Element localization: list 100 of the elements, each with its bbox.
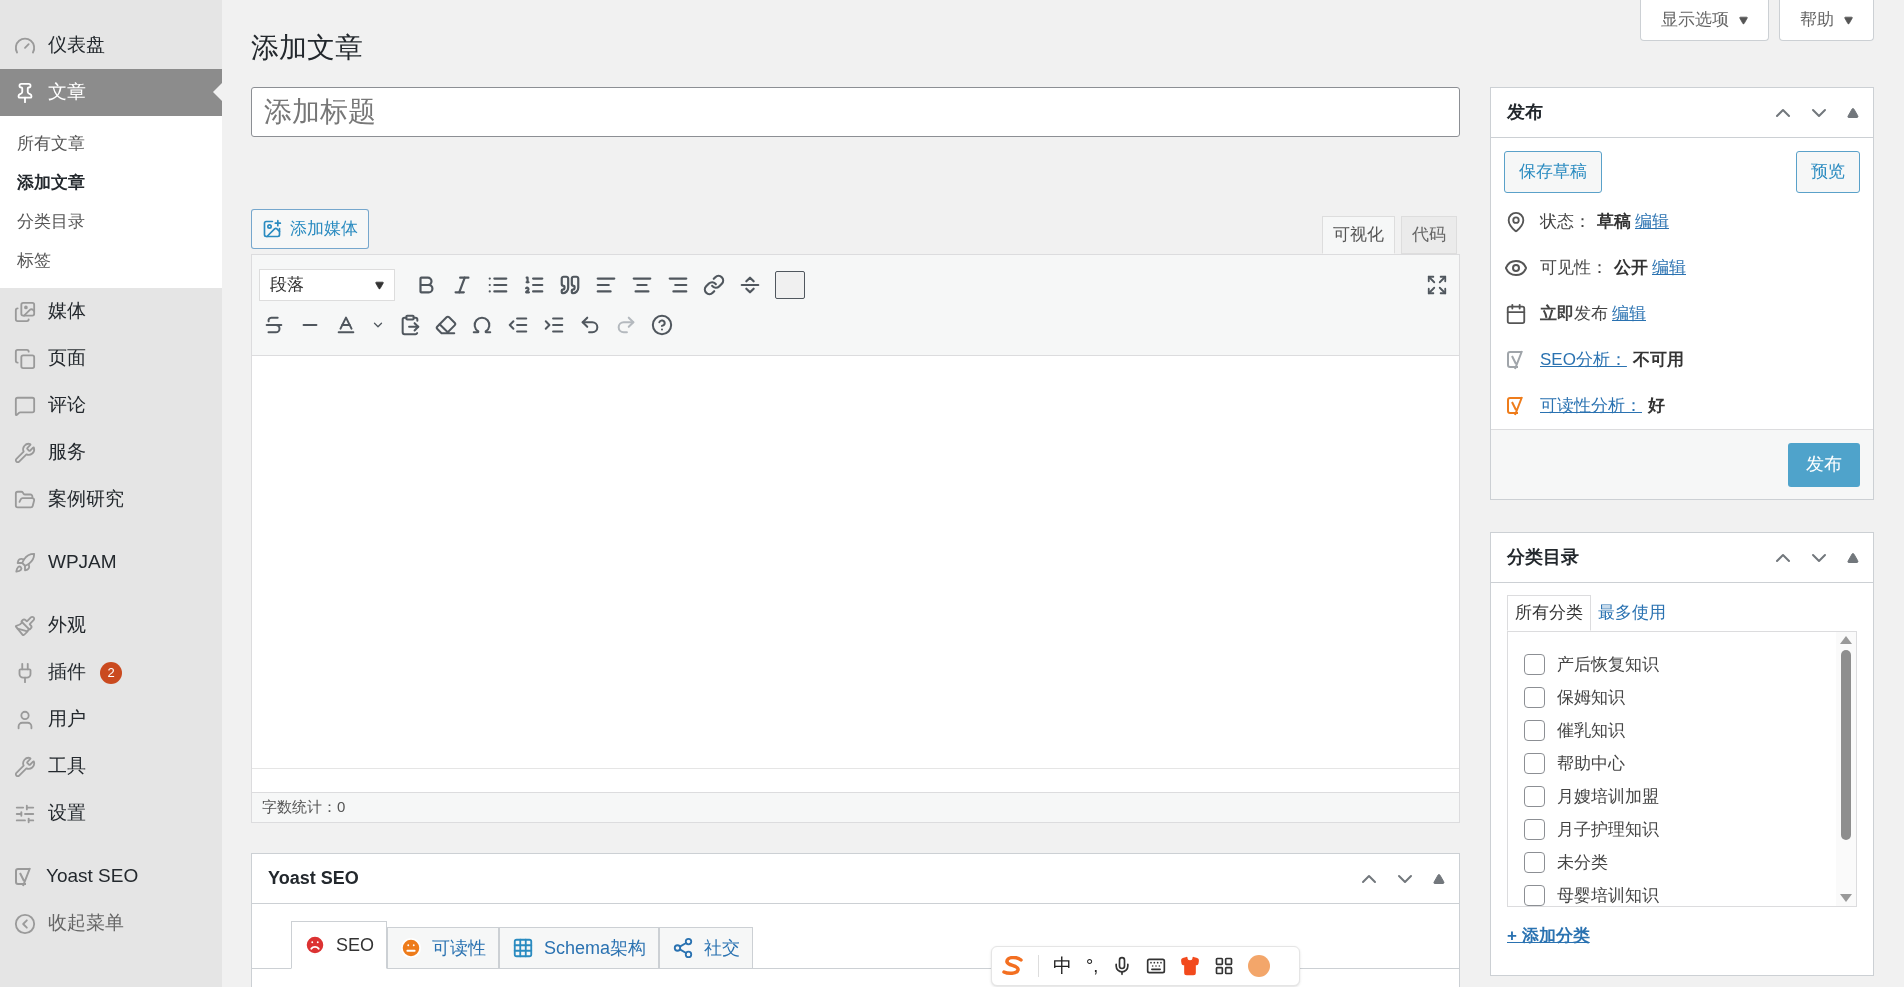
save-draft-button[interactable]: 保存草稿 bbox=[1504, 151, 1602, 193]
media-icon bbox=[262, 219, 282, 239]
grid-icon bbox=[512, 937, 534, 959]
yoast-tab[interactable]: 可读性 bbox=[387, 927, 499, 969]
submenu-item[interactable]: 添加文章 bbox=[0, 163, 222, 202]
keyboard-icon[interactable] bbox=[1146, 956, 1167, 976]
collapse-icon[interactable] bbox=[1433, 872, 1445, 885]
menu-item[interactable]: 服务 bbox=[0, 429, 222, 476]
category-label: 未分类 bbox=[1557, 851, 1608, 874]
menu-item[interactable]: WPJAM bbox=[0, 539, 222, 586]
checkbox[interactable] bbox=[1524, 753, 1545, 774]
caret-icon bbox=[1739, 15, 1748, 25]
box-title: Yoast SEO bbox=[268, 867, 360, 890]
link-icon[interactable] bbox=[703, 274, 725, 296]
editor-tab[interactable]: 代码 bbox=[1401, 216, 1457, 254]
collapse-icon[interactable] bbox=[1847, 551, 1859, 564]
checkbox[interactable] bbox=[1524, 819, 1545, 840]
quote-icon[interactable] bbox=[559, 274, 581, 296]
checkbox[interactable] bbox=[1524, 687, 1545, 708]
calendar-icon bbox=[1505, 303, 1527, 325]
caret-icon bbox=[375, 280, 384, 290]
submenu-item[interactable]: 分类目录 bbox=[0, 202, 222, 241]
analysis-link[interactable]: 可读性分析： bbox=[1540, 393, 1642, 419]
menu-item[interactable]: 设置 bbox=[0, 790, 222, 837]
images-icon bbox=[14, 300, 36, 323]
menu-item[interactable]: 仪表盘 bbox=[0, 22, 222, 69]
category-tab[interactable]: 最多使用 bbox=[1591, 595, 1673, 631]
checkbox[interactable] bbox=[1524, 885, 1545, 906]
checkbox[interactable] bbox=[1524, 852, 1545, 873]
paste-icon[interactable] bbox=[399, 314, 421, 336]
menu-item[interactable]: 外观 bbox=[0, 602, 222, 649]
yoast-tab[interactable]: Schema架构 bbox=[499, 927, 660, 969]
field-label: 状态： bbox=[1540, 211, 1591, 234]
category-label: 产后恢复知识 bbox=[1557, 653, 1659, 676]
menu-item[interactable]: 媒体 bbox=[0, 288, 222, 335]
title-field[interactable]: 添加标题 bbox=[251, 87, 1460, 137]
help-icon[interactable] bbox=[651, 314, 673, 336]
edit-link[interactable]: 编辑 bbox=[1635, 209, 1669, 235]
category-label: 保姆知识 bbox=[1557, 686, 1625, 709]
yoast-tab[interactable]: 社交 bbox=[659, 927, 754, 969]
share-icon bbox=[672, 937, 695, 959]
ime-punctuation[interactable]: °, bbox=[1086, 952, 1099, 980]
submenu-item[interactable]: 所有文章 bbox=[0, 124, 222, 163]
checkbox[interactable] bbox=[1524, 786, 1545, 807]
grid-icon[interactable] bbox=[1214, 956, 1235, 976]
align-left-icon[interactable] bbox=[595, 274, 617, 296]
current-arrow-icon bbox=[213, 83, 222, 101]
menu-item[interactable]: 评论 bbox=[0, 382, 222, 429]
page-title: 添加文章 bbox=[251, 31, 363, 65]
align-center-icon[interactable] bbox=[631, 274, 653, 296]
count-badge: 2 bbox=[100, 661, 122, 684]
screen-option-button[interactable]: 帮助 bbox=[1779, 0, 1874, 41]
category-tab[interactable]: 所有分类 bbox=[1507, 595, 1591, 631]
analysis-result: 不可用 bbox=[1632, 349, 1684, 372]
category-label: 月嫂培训加盟 bbox=[1557, 785, 1659, 808]
text-color-icon[interactable] bbox=[335, 314, 357, 336]
collapse-icon[interactable] bbox=[1847, 106, 1859, 119]
preview-button[interactable]: 预览 bbox=[1796, 151, 1860, 193]
add-media-button[interactable]: 添加媒体 bbox=[251, 209, 369, 249]
fullscreen-icon[interactable] bbox=[1426, 274, 1448, 296]
add-category-link[interactable]: + 添加分类 bbox=[1507, 923, 1857, 949]
pages-icon bbox=[14, 347, 36, 370]
edit-link[interactable]: 编辑 bbox=[1652, 255, 1686, 281]
eraser-icon[interactable] bbox=[435, 314, 457, 336]
wrench-icon bbox=[14, 755, 36, 778]
screen-option-button[interactable]: 显示选项 bbox=[1640, 0, 1769, 41]
comment-icon bbox=[14, 394, 36, 417]
collapse-icon bbox=[14, 912, 36, 935]
yoast-icon bbox=[1506, 395, 1526, 417]
format-select[interactable]: 段落 bbox=[259, 269, 395, 301]
editor-tab[interactable]: 可视化 bbox=[1322, 216, 1395, 254]
schedule-text: 立即发布 bbox=[1540, 303, 1608, 326]
submenu-item[interactable]: 标签 bbox=[0, 241, 222, 280]
box-title: 分类目录 bbox=[1507, 546, 1580, 569]
ime-logo-icon[interactable] bbox=[1002, 956, 1024, 976]
scrollbar[interactable] bbox=[1836, 632, 1856, 906]
category-label: 帮助中心 bbox=[1557, 752, 1625, 775]
checkbox[interactable] bbox=[1524, 654, 1545, 675]
undo-icon[interactable] bbox=[579, 314, 601, 336]
menu-item[interactable]: Yoast SEO bbox=[0, 853, 222, 900]
checkbox[interactable] bbox=[1524, 720, 1545, 741]
bullet-list-icon[interactable] bbox=[487, 274, 509, 296]
ime-mode[interactable]: 中 bbox=[1053, 951, 1072, 981]
numbered-list-icon[interactable] bbox=[523, 274, 545, 296]
shirt-icon[interactable] bbox=[1180, 956, 1201, 976]
align-right-icon[interactable] bbox=[667, 274, 689, 296]
analysis-link[interactable]: SEO分析： bbox=[1540, 347, 1627, 373]
yoast-tab[interactable]: SEO bbox=[291, 921, 387, 969]
menu-item[interactable]: 页面 bbox=[0, 335, 222, 382]
analysis-result: 好 bbox=[1648, 395, 1665, 418]
toolbar-toggle[interactable] bbox=[775, 271, 805, 299]
menu-item[interactable]: 工具 bbox=[0, 743, 222, 790]
omega-icon[interactable] bbox=[471, 314, 493, 336]
menu-item[interactable]: 用户 bbox=[0, 696, 222, 743]
read-more-icon[interactable] bbox=[739, 274, 761, 296]
menu-item[interactable]: 案例研究 bbox=[0, 476, 222, 523]
edit-link[interactable]: 编辑 bbox=[1612, 301, 1646, 327]
menu-item[interactable]: 收起菜单 bbox=[0, 900, 222, 947]
strikethrough-icon[interactable] bbox=[263, 314, 285, 336]
menu-item[interactable]: 插件 2 bbox=[0, 649, 222, 696]
